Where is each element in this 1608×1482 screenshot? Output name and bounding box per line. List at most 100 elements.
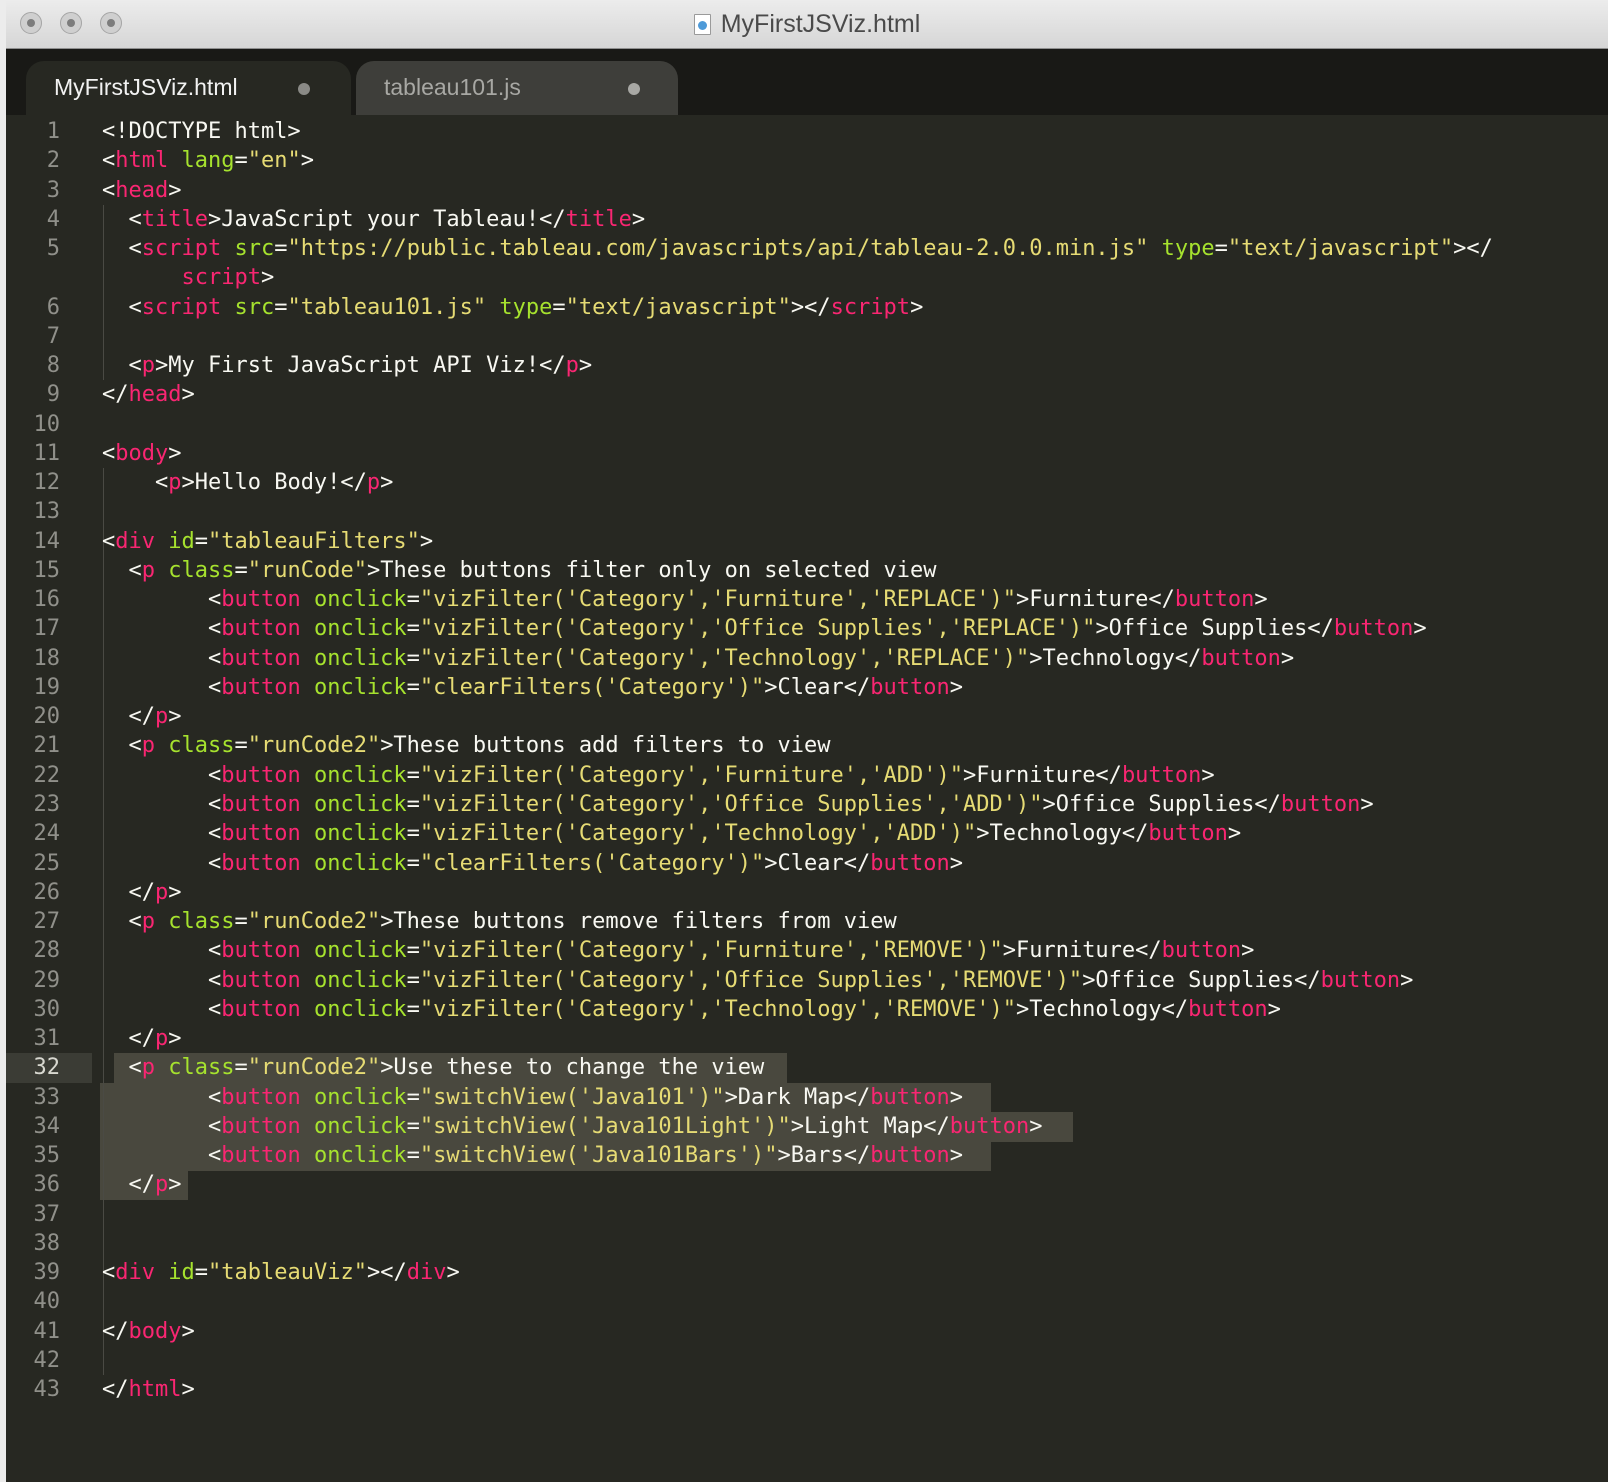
code-line[interactable]: 29 <button onclick="vizFilter('Category'… xyxy=(6,966,1608,996)
code-line[interactable]: 12 <p>Hello Body!</p> xyxy=(6,468,1608,498)
tag-name-token: p xyxy=(141,353,155,379)
text-token: = xyxy=(406,674,420,700)
tag-name-token: button xyxy=(1280,791,1361,817)
code-line[interactable]: 21 <p class="runCode2">These buttons add… xyxy=(6,731,1608,761)
code-line[interactable]: 3 <head> xyxy=(6,176,1608,206)
code-line[interactable]: 26 </p> xyxy=(6,878,1608,908)
code-editor[interactable]: 1 <!DOCTYPE html> 2 <html lang="en"> 3 <head>… xyxy=(6,115,1608,1482)
code-line[interactable]: 2 <html lang="en"> xyxy=(6,146,1608,176)
code-line[interactable]: 14 <div id="tableauFilters"> xyxy=(6,527,1608,557)
code-line[interactable]: 24 <button onclick="vizFilter('Category'… xyxy=(6,819,1608,849)
code-line[interactable]: 27 <p class="runCode2">These buttons rem… xyxy=(6,907,1608,937)
text-token: > xyxy=(1400,967,1414,993)
code-line[interactable]: 22 <button onclick="vizFilter('Category'… xyxy=(6,761,1608,791)
text-token: > xyxy=(260,265,275,291)
code-text: <script src="https://public.tableau.com/… xyxy=(102,234,1492,264)
attribute-token: type xyxy=(499,294,553,320)
code-line[interactable]: 35 <button onclick="switchView('Java101B… xyxy=(6,1141,1608,1171)
line-number: 26 xyxy=(33,879,61,905)
text-token: = xyxy=(234,909,248,935)
code-line[interactable]: 43 </html> xyxy=(6,1375,1608,1405)
line-number: 39 xyxy=(33,1260,61,1286)
code-line[interactable]: 33 <button onclick="switchView('Java101'… xyxy=(6,1083,1608,1113)
code-line[interactable]: 42 xyxy=(6,1346,1608,1376)
code-line[interactable]: 10 xyxy=(6,410,1608,440)
code-line[interactable]: 7 xyxy=(6,322,1608,352)
code-line[interactable]: 40 xyxy=(6,1287,1608,1317)
code-line[interactable]: 20 </p> xyxy=(6,702,1608,732)
code-line[interactable]: 11 <body> xyxy=(6,439,1608,469)
string-token: "vizFilter('Category','Office Supplies',… xyxy=(419,791,1043,817)
attribute-token: onclick xyxy=(313,587,407,613)
text-token: >Furniture</ xyxy=(1015,587,1175,613)
code-line[interactable]: 16 <button onclick="vizFilter('Category'… xyxy=(6,585,1608,615)
text-token: = xyxy=(274,294,288,320)
code-text: <p>My First JavaScript API Viz!</p> xyxy=(102,351,592,381)
code-line[interactable]: script> xyxy=(6,263,1608,293)
code-line[interactable]: 30 <button onclick="vizFilter('Category'… xyxy=(6,995,1608,1025)
code-line[interactable]: 28 <button onclick="vizFilter('Category'… xyxy=(6,936,1608,966)
code-line[interactable]: 39 <div id="tableauViz"></div> xyxy=(6,1258,1608,1288)
code-line[interactable]: 4 <title>JavaScript your Tableau!</title… xyxy=(6,205,1608,235)
attribute-token: onclick xyxy=(313,967,407,993)
code-line[interactable]: 17 <button onclick="vizFilter('Category'… xyxy=(6,614,1608,644)
line-number: 15 xyxy=(33,557,61,583)
code-line[interactable]: 5 <script src="https://public.tableau.co… xyxy=(6,234,1608,264)
code-line[interactable]: 8 <p>My First JavaScript API Viz!</p> xyxy=(6,351,1608,381)
code-line[interactable]: 36 </p> xyxy=(6,1170,1608,1200)
code-text: <button onclick="vizFilter('Category','T… xyxy=(102,819,1241,849)
code-line[interactable]: 9 </head> xyxy=(6,380,1608,410)
code-line[interactable]: 41 </body> xyxy=(6,1317,1608,1347)
code-line[interactable]: 32 <p class="runCode2">Use these to chan… xyxy=(6,1053,1608,1083)
text-token: </ xyxy=(102,1377,129,1403)
text-token: >Clear</ xyxy=(764,850,871,876)
code-text: <button onclick="switchView('Java101')">… xyxy=(102,1083,963,1113)
code-line[interactable]: 1 <!DOCTYPE html> xyxy=(6,117,1608,147)
text-token: >These buttons remove filters from view xyxy=(380,909,897,935)
code-line[interactable]: 34 <button onclick="switchView('Java101L… xyxy=(6,1112,1608,1142)
code-line[interactable]: 25 <button onclick="clearFilters('Catego… xyxy=(6,849,1608,879)
code-text: <button onclick="vizFilter('Category','F… xyxy=(102,761,1215,791)
line-number: 2 xyxy=(46,148,60,174)
code-line[interactable]: 38 xyxy=(6,1229,1608,1259)
text-token: > xyxy=(949,1084,963,1110)
line-number: 33 xyxy=(33,1084,61,1110)
code-line[interactable]: 23 <button onclick="vizFilter('Category'… xyxy=(6,790,1608,820)
tag-name-token: button xyxy=(221,996,301,1022)
tag-name-token: div xyxy=(115,1260,155,1286)
code-line[interactable]: 18 <button onclick="vizFilter('Category'… xyxy=(6,644,1608,674)
text-token: > xyxy=(1029,1113,1043,1139)
code-text: <p class="runCode2">Use these to change … xyxy=(102,1053,764,1083)
code-line[interactable]: 15 <p class="runCode">These buttons filt… xyxy=(6,556,1608,586)
text-token: >JavaScript your Tableau!</ xyxy=(207,206,566,232)
attribute-token: lang xyxy=(181,148,235,174)
code-line[interactable]: 31 </p> xyxy=(6,1024,1608,1054)
text-token: > xyxy=(1227,821,1242,847)
unsaved-dot-icon[interactable] xyxy=(298,83,310,95)
window-title: MyFirstJSViz.html xyxy=(6,0,1608,48)
code-line[interactable]: 13 xyxy=(6,497,1608,527)
tab-tableau101[interactable]: tableau101.js xyxy=(356,61,678,115)
text-token: >Furniture</ xyxy=(1002,938,1162,964)
line-number: 31 xyxy=(33,1026,61,1052)
attribute-token: src xyxy=(234,294,275,320)
code-line[interactable]: 37 xyxy=(6,1200,1608,1230)
code-line[interactable]: 19 <button onclick="clearFilters('Catego… xyxy=(6,673,1608,703)
tag-name-token: p xyxy=(154,879,169,905)
code-line[interactable]: 6 <script src="tableau101.js" type="text… xyxy=(6,293,1608,323)
unsaved-dot-icon[interactable] xyxy=(628,83,640,95)
attribute-token: onclick xyxy=(313,996,407,1022)
line-number: 35 xyxy=(33,1143,61,1169)
code-text: <button onclick="vizFilter('Category','O… xyxy=(102,614,1427,644)
tab-myfirstjsviz[interactable]: MyFirstJSViz.html xyxy=(26,61,351,115)
text-token: > xyxy=(168,177,182,203)
text-token: = xyxy=(406,850,420,876)
line-number: 14 xyxy=(33,528,61,554)
line-number: 19 xyxy=(33,674,61,700)
text-token: = xyxy=(234,148,248,174)
text-token: > xyxy=(168,1172,182,1198)
